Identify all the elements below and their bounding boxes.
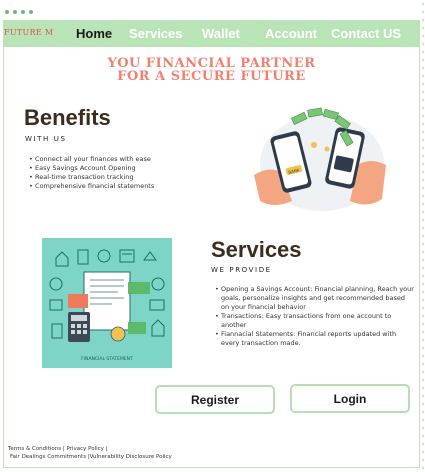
footer-links-line1[interactable]: Terms & Conditions | Privacy Policy | (8, 446, 108, 452)
image-caption: FINANCIAL STATEMENT (81, 356, 133, 362)
list-item: Fiannacial Statements: Financial reports… (215, 330, 415, 348)
services-list: Opening a Savings Account: Financial pla… (215, 285, 415, 348)
nav-wallet[interactable]: Wallet (202, 26, 240, 41)
benefits-subheading: WITH US (25, 135, 67, 143)
nav-account[interactable]: Account (265, 26, 317, 41)
nav-home[interactable]: Home (76, 26, 112, 41)
list-item: Real-time transaction tracking (29, 173, 154, 182)
money-transfer-illustration: BANK (254, 107, 386, 211)
brand-logo[interactable]: FUTURE M (4, 28, 53, 37)
services-heading: Services (211, 237, 302, 262)
nav-services[interactable]: Services (129, 26, 183, 41)
financial-statement-image: FINANCIAL STATEMENT (42, 238, 172, 368)
benefits-heading: Benefits (24, 105, 111, 130)
list-item: Transactions: Easy transactions from one… (215, 312, 415, 330)
nav-contact-us[interactable]: Contact US (331, 26, 401, 41)
footer: Terms & Conditions | Privacy Policy | Fa… (8, 445, 172, 461)
login-button[interactable]: Login (290, 384, 410, 413)
register-button[interactable]: Register (155, 385, 275, 414)
hero-tagline-line2: FOR A SECURE FUTURE (117, 69, 306, 84)
window-dots (5, 10, 33, 14)
benefits-list: Connect all your finances with ease Easy… (29, 155, 154, 191)
list-item: Easy Savings Account Opening (29, 164, 154, 173)
page-frame: FUTURE M Home Services Wallet Account Co… (3, 20, 420, 468)
list-item: Opening a Savings Account: Financial pla… (215, 285, 415, 312)
list-item: Connect all your finances with ease (29, 155, 154, 164)
list-item: Comprehensive financial statements (29, 182, 154, 191)
decorative-dot-border (421, 0, 425, 472)
top-navbar: FUTURE M Home Services Wallet Account Co… (4, 21, 419, 47)
services-subheading: WE PROVIDE (211, 266, 272, 274)
footer-links-line2[interactable]: Fair Dealings Commitments |Vulnerability… (10, 454, 172, 460)
